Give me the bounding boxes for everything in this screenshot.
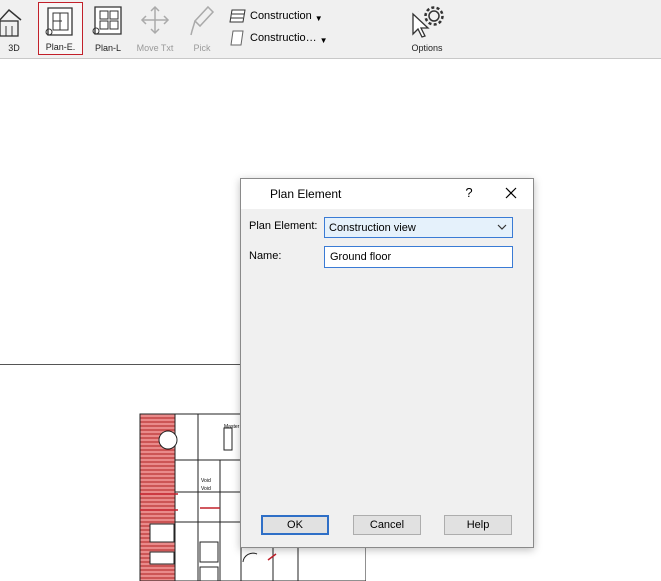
plan-element-select-value: Construction view bbox=[329, 222, 416, 234]
construction-dropdown-label: Construction bbox=[250, 10, 312, 22]
move-text-button[interactable]: Move Txt bbox=[133, 2, 177, 55]
cancel-button[interactable]: Cancel bbox=[353, 515, 421, 535]
name-input[interactable]: Ground floor bbox=[324, 246, 513, 268]
plan-element-dialog: Plan Element ? Plan Element: Constructio… bbox=[240, 178, 534, 548]
move-text-label: Move Txt bbox=[136, 43, 174, 53]
layers-icon bbox=[229, 9, 246, 23]
ok-button[interactable]: OK bbox=[261, 515, 329, 535]
help-icon[interactable]: ? bbox=[463, 185, 475, 200]
plan-layout-button[interactable]: Plan-L bbox=[88, 2, 128, 55]
plan-scroll-icon bbox=[45, 7, 73, 36]
construction-view-dropdown[interactable]: Constructio… ▼ bbox=[229, 29, 328, 47]
close-icon[interactable] bbox=[503, 185, 519, 201]
plan-label-master: Master bbox=[224, 424, 240, 430]
construction-dropdown[interactable]: Construction ▼ bbox=[229, 7, 323, 25]
house-3d-icon bbox=[0, 8, 22, 37]
3d-label: 3D bbox=[8, 43, 20, 53]
dialog-title: Plan Element bbox=[270, 187, 342, 201]
3d-view-button[interactable]: 3D bbox=[0, 2, 28, 55]
options-button[interactable]: Options bbox=[405, 2, 449, 55]
pick-label: Pick bbox=[193, 43, 211, 53]
chevron-down-icon bbox=[497, 224, 507, 230]
dropdown-arrow-icon: ▼ bbox=[319, 35, 328, 45]
construction-view-dropdown-label: Constructio… bbox=[250, 32, 317, 44]
plan-layout-icon bbox=[92, 6, 122, 35]
page-icon bbox=[230, 30, 244, 46]
plan-label-void: Void bbox=[201, 478, 211, 484]
toolbar: 3D Plan-E. Plan-L Move Txt Pick Construc… bbox=[0, 0, 661, 59]
move-arrows-icon bbox=[140, 5, 170, 35]
plan-layout-label: Plan-L bbox=[94, 43, 121, 53]
plan-label-void: Void bbox=[201, 486, 211, 492]
plan-element-button[interactable]: Plan-E. bbox=[38, 2, 83, 55]
name-field-label: Name: bbox=[249, 250, 282, 262]
pick-button[interactable]: Pick bbox=[186, 2, 218, 55]
dialog-title-bar[interactable]: Plan Element ? bbox=[241, 179, 533, 209]
eyedropper-icon bbox=[190, 5, 215, 36]
help-button[interactable]: Help bbox=[444, 515, 512, 535]
sheet-border-line bbox=[0, 364, 245, 365]
name-input-value: Ground floor bbox=[330, 251, 392, 263]
cursor-gear-icon bbox=[412, 6, 444, 38]
options-label: Options bbox=[411, 43, 443, 53]
plan-element-field-label: Plan Element: bbox=[249, 220, 318, 232]
plan-element-label: Plan-E. bbox=[45, 42, 76, 52]
dropdown-arrow-icon: ▼ bbox=[314, 13, 323, 23]
plan-element-select[interactable]: Construction view bbox=[324, 217, 513, 238]
